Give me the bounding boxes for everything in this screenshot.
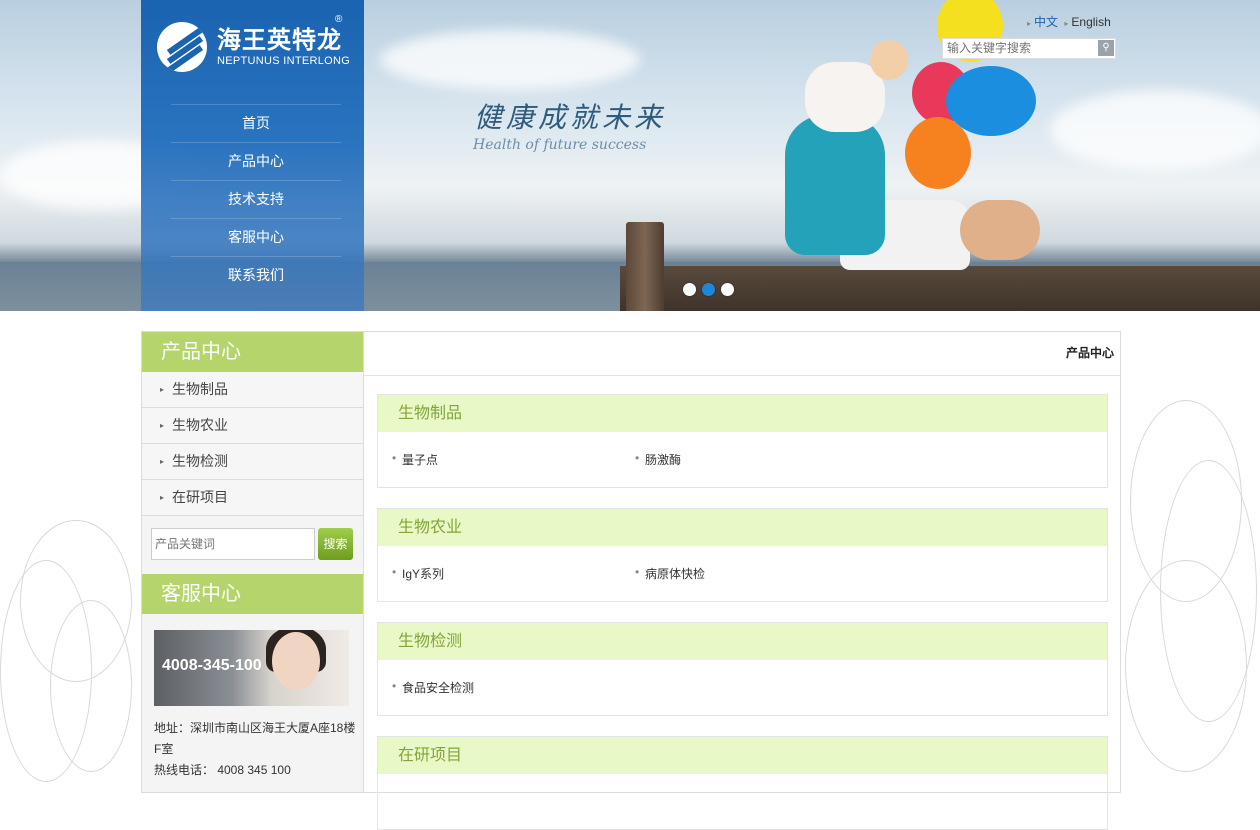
product-link[interactable]: IgY系列 [392, 565, 444, 582]
service-phone-banner: 4008-345-100 [162, 657, 262, 674]
swirl-decoration [50, 600, 132, 772]
arrow-right-icon: ▸ [1027, 19, 1032, 28]
sidebar-item-bioproducts[interactable]: 生物制品 [142, 372, 364, 408]
main-nav: 首页 产品中心 技术支持 客服中心 联系我们 [171, 104, 341, 294]
child-figure [805, 62, 885, 132]
category-title[interactable]: 生物农业 [378, 509, 1107, 546]
swirl-decoration [1125, 560, 1247, 772]
orange-balloon [905, 117, 971, 189]
sidebar-service-title: 客服中心 [142, 574, 364, 614]
logo-text-en: NEPTUNUS INTERLONG [217, 55, 351, 67]
slider-dot-3[interactable] [721, 283, 734, 296]
category-title[interactable]: 生物检测 [378, 623, 1107, 660]
search-icon[interactable]: ⚲ [1098, 40, 1114, 56]
slider-dot-2[interactable] [702, 283, 715, 296]
logo-mark-icon [157, 22, 207, 72]
cloud [380, 30, 640, 90]
wooden-post [626, 222, 664, 311]
sidebar-item-biodetection[interactable]: 生物检测 [142, 444, 364, 480]
category-block: 在研项目 [377, 736, 1108, 830]
product-link[interactable]: 病原体快检 [635, 565, 705, 582]
sidebar-item-research[interactable]: 在研项目 [142, 480, 364, 516]
nav-item-products[interactable]: 产品中心 [171, 142, 341, 180]
category-block: 生物制品 量子点 肠激酶 [377, 394, 1108, 488]
category-title[interactable]: 生物制品 [378, 395, 1107, 432]
woman-head [960, 200, 1040, 260]
logo[interactable]: 海王英特龙 NEPTUNUS INTERLONG [157, 22, 350, 72]
banner-slogan-cn: 健康成就未来 [474, 101, 667, 134]
product-search-button[interactable]: 搜索 [318, 528, 353, 560]
product-link[interactable]: 量子点 [392, 451, 438, 468]
sidebar-search: 搜索 [142, 516, 364, 574]
sidebar-item-bioagriculture[interactable]: 生物农业 [142, 408, 364, 444]
woman-legs [785, 115, 885, 255]
sidebar-product-list: 生物制品 生物农业 生物检测 在研项目 [142, 372, 364, 516]
cloud [1050, 90, 1260, 170]
category-title[interactable]: 在研项目 [378, 737, 1107, 774]
nav-item-service[interactable]: 客服中心 [171, 218, 341, 256]
nav-item-support[interactable]: 技术支持 [171, 180, 341, 218]
main-content: 产品中心 生物制品 量子点 肠激酶 生物农业 IgY系列 病原体快检 生物检测 … [363, 331, 1121, 830]
lang-english-link[interactable]: English [1071, 15, 1110, 29]
child-head [870, 40, 908, 80]
sidebar: 产品中心 生物制品 生物农业 生物检测 在研项目 搜索 客服中心 4008-34… [141, 331, 365, 793]
slider-dot-1[interactable] [683, 283, 696, 296]
header-search: ⚲ [942, 38, 1116, 59]
sidebar-products-title: 产品中心 [142, 332, 364, 372]
contact-address: 地址：深圳市南山区海王大厦A座18楼F室 [154, 721, 356, 756]
contact-info: 地址：深圳市南山区海王大厦A座18楼F室 热线电话： 4008 345 100 [154, 718, 358, 781]
arrow-right-icon: ▸ [1064, 19, 1069, 28]
service-hotline-image: 4008-345-100 [154, 630, 349, 706]
logo-text-cn: 海王英特龙 [217, 27, 342, 54]
product-link[interactable]: 食品安全检测 [392, 679, 474, 696]
header-search-input[interactable] [943, 39, 1097, 56]
nav-item-contact[interactable]: 联系我们 [171, 256, 341, 294]
service-agent-face [272, 632, 320, 690]
slider-dots [683, 283, 734, 296]
nav-item-home[interactable]: 首页 [171, 104, 341, 142]
category-block: 生物检测 食品安全检测 [377, 622, 1108, 716]
contact-hotline: 热线电话： 4008 345 100 [154, 763, 291, 777]
banner-slogan-en: Health of future success [473, 137, 647, 153]
product-search-input[interactable] [151, 528, 315, 560]
breadcrumb: 产品中心 [364, 332, 1120, 376]
language-switcher: ▸ 中文 ▸ English [1024, 13, 1111, 30]
category-block: 生物农业 IgY系列 病原体快检 [377, 508, 1108, 602]
registered-mark: ® [335, 14, 343, 25]
header-nav-panel: 海王英特龙 NEPTUNUS INTERLONG ® 首页 产品中心 技术支持 … [141, 0, 364, 311]
product-link[interactable]: 肠激酶 [635, 451, 681, 468]
lang-chinese-link[interactable]: 中文 [1034, 15, 1058, 29]
